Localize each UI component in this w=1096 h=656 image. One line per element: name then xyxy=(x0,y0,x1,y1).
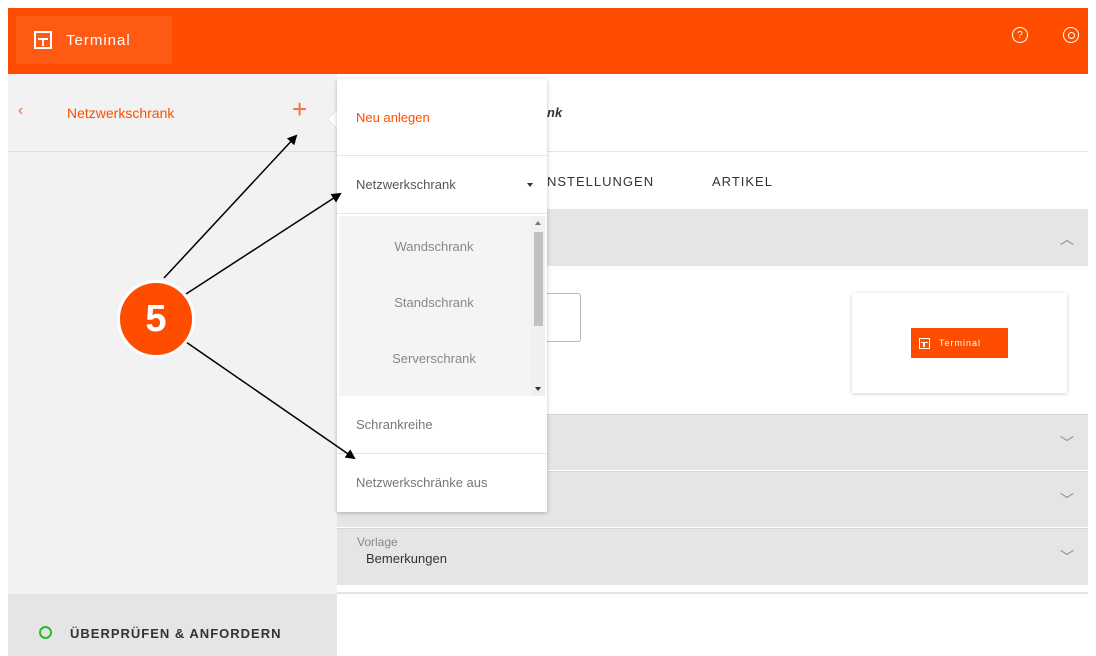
review-request-button[interactable] xyxy=(8,594,337,656)
menu-caret xyxy=(328,110,337,128)
menu-item-cabinet-row[interactable]: Schrankreihe xyxy=(337,396,547,454)
settings-icon[interactable] xyxy=(1063,27,1079,43)
tab-settings[interactable]: NSTELLUNGEN xyxy=(547,174,654,189)
section-label: Vorlage xyxy=(357,535,398,549)
chevron-down-icon[interactable]: ﹀ xyxy=(1060,433,1074,453)
page-title: nk xyxy=(547,105,563,120)
list-item[interactable]: Standschrank xyxy=(339,295,529,310)
chevron-down-icon[interactable]: ﹀ xyxy=(1060,547,1074,567)
type-options-list[interactable]: Wandschrank Standschrank Serverschrank xyxy=(339,216,545,396)
chevron-up-icon[interactable]: ︿ xyxy=(1060,229,1074,249)
review-request-label: ÜBERPRÜFEN & ANFORDERN xyxy=(70,626,282,641)
sidebar: ‹ Netzwerkschrank + xyxy=(8,74,337,656)
list-item[interactable]: Wandschrank xyxy=(339,239,529,254)
brand-logo[interactable]: Terminal xyxy=(16,16,172,64)
caret-down-icon xyxy=(527,183,533,187)
logo-preview-text: Terminal xyxy=(939,338,982,348)
scroll-down-icon[interactable] xyxy=(535,387,541,391)
plus-icon[interactable]: + xyxy=(292,96,307,122)
step-number-badge: 5 xyxy=(117,280,195,358)
chevron-left-icon[interactable]: ‹ xyxy=(18,102,23,120)
accordion-section-remarks[interactable]: Vorlage Bemerkungen ﹀ xyxy=(337,528,1088,585)
sidebar-title: Netzwerkschrank xyxy=(67,105,175,121)
scrollbar-thumb[interactable] xyxy=(534,232,543,326)
type-select[interactable]: Netzwerkschrank xyxy=(337,156,547,214)
menu-item-cabinets-off[interactable]: Netzwerkschränke aus xyxy=(337,454,547,512)
brand-name: Terminal xyxy=(66,31,131,49)
divider xyxy=(337,592,1088,594)
logo-preview-card[interactable]: Terminal xyxy=(852,293,1067,393)
type-select-value: Netzwerkschrank xyxy=(356,177,456,192)
section-title: Bemerkungen xyxy=(366,551,447,566)
scroll-up-icon[interactable] xyxy=(535,221,541,225)
sidebar-header: ‹ Netzwerkschrank + xyxy=(8,74,337,152)
list-item[interactable]: Serverschrank xyxy=(339,351,529,366)
top-bar: Terminal xyxy=(8,8,1088,74)
chevron-down-icon[interactable]: ﹀ xyxy=(1060,490,1074,510)
terminal-logo-icon xyxy=(34,31,52,49)
create-menu: Neu anlegen Netzwerkschrank Wandschrank … xyxy=(337,79,547,512)
menu-item-new[interactable]: Neu anlegen xyxy=(337,79,547,156)
tab-articles[interactable]: ARTIKEL xyxy=(712,174,773,189)
status-circle-icon xyxy=(39,626,52,639)
scrollbar[interactable] xyxy=(531,216,545,396)
terminal-logo-icon xyxy=(919,337,930,349)
help-icon[interactable]: ? xyxy=(1012,27,1028,43)
logo-preview: Terminal xyxy=(911,328,1008,358)
